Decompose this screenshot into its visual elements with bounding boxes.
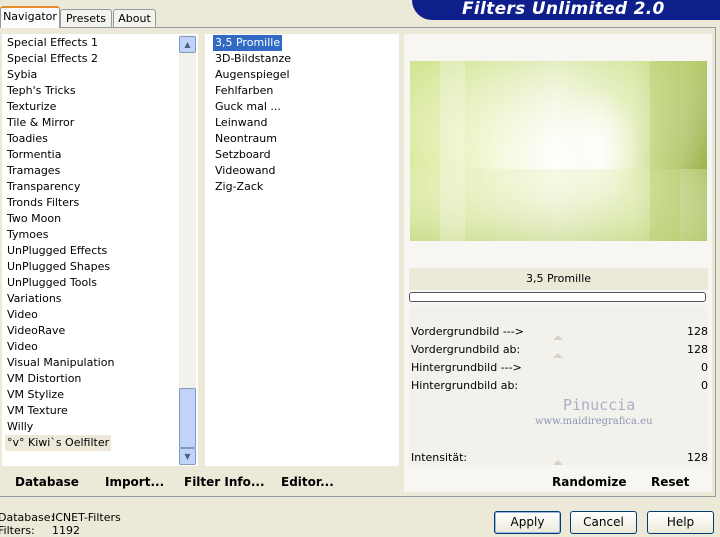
filter-item[interactable]: Fehlfarben	[213, 83, 273, 99]
category-item[interactable]: VM Stylize	[5, 387, 66, 403]
watermark-url: www.maidiregrafica.eu	[535, 416, 653, 427]
param-value: 128	[687, 325, 708, 338]
category-item[interactable]: Transparency	[5, 179, 82, 195]
category-item[interactable]: Two Moon	[5, 211, 63, 227]
banner-title: Filters Unlimited 2.0	[462, 0, 665, 19]
param-hintergrundbild-1[interactable]: Hintergrundbild ---> 0	[409, 359, 708, 376]
category-item[interactable]: Toadies	[5, 131, 50, 147]
category-item[interactable]: Willy	[5, 419, 35, 435]
param-label: Hintergrundbild ab:	[411, 379, 519, 392]
filter-item[interactable]: 3D-Bildstanze	[213, 51, 291, 67]
reset-button[interactable]: Reset	[651, 475, 689, 489]
category-item[interactable]: Video	[5, 339, 40, 355]
filter-item[interactable]: Setzboard	[213, 147, 271, 163]
param-value: 0	[701, 379, 708, 392]
filter-item[interactable]: Videowand	[213, 163, 276, 179]
param-hintergrundbild-2[interactable]: Hintergrundbild ab: 0	[409, 377, 708, 394]
preview-image	[410, 61, 707, 241]
category-item[interactable]: Sybia	[5, 67, 39, 83]
randomize-button[interactable]: Randomize	[552, 475, 626, 489]
apply-button[interactable]: Apply	[494, 511, 561, 534]
editor-button[interactable]: Editor...	[281, 475, 334, 489]
category-item[interactable]: VM Distortion	[5, 371, 83, 387]
category-item[interactable]: UnPlugged Tools	[5, 275, 99, 291]
category-item[interactable]: Teph's Tricks	[5, 83, 78, 99]
progress-bar	[409, 292, 706, 302]
category-item[interactable]: Tymoes	[5, 227, 50, 243]
intensity-value: 128	[687, 451, 708, 464]
param-label: Hintergrundbild --->	[411, 361, 522, 374]
category-item[interactable]: Video	[5, 307, 40, 323]
filter-name: 3,5 Promille	[525, 272, 592, 285]
cancel-button[interactable]: Cancel	[570, 511, 637, 534]
param-label: Vordergrundbild ab:	[411, 343, 521, 356]
category-item[interactable]: Tormentia	[5, 147, 63, 163]
filter-item[interactable]: Neontraum	[213, 131, 277, 147]
tab-navigator[interactable]: Navigator	[0, 6, 60, 28]
filter-item[interactable]: Guck mal ...	[213, 99, 281, 115]
category-item[interactable]: VideoRave	[5, 323, 67, 339]
tab-presets[interactable]: Presets	[60, 9, 112, 27]
filter-item[interactable]: Zig-Zack	[213, 179, 263, 195]
category-item[interactable]: Variations	[5, 291, 64, 307]
category-scrollbar[interactable]: ▲ ▼	[179, 35, 196, 465]
watermark-name: Pinuccia	[563, 396, 636, 414]
category-item[interactable]: Tronds Filters	[5, 195, 81, 211]
category-item[interactable]: UnPlugged Effects	[5, 243, 109, 259]
tab-about[interactable]: About	[113, 9, 156, 27]
scroll-thumb[interactable]	[179, 388, 196, 448]
status-filters-value: 1192	[52, 524, 80, 537]
scroll-up-button[interactable]: ▲	[179, 36, 196, 53]
filter-info-button[interactable]: Filter Info...	[184, 475, 265, 489]
filter-item[interactable]: 3,5 Promille	[213, 35, 283, 51]
status-database-label: Database:	[0, 511, 55, 524]
slider-marker	[553, 335, 563, 340]
help-button[interactable]: Help	[647, 511, 714, 534]
param-value: 128	[687, 343, 708, 356]
param-intensity[interactable]: Intensität: 128	[409, 449, 708, 466]
import-button[interactable]: Import...	[105, 475, 164, 489]
intensity-label: Intensität:	[411, 451, 468, 464]
param-label: Vordergrundbild --->	[411, 325, 524, 338]
category-item[interactable]: Tile & Mirror	[5, 115, 76, 131]
status-filters-label: Filters:	[0, 524, 35, 537]
category-item[interactable]: Tramages	[5, 163, 62, 179]
category-item[interactable]: Visual Manipulation	[5, 355, 116, 371]
category-item[interactable]: Texturize	[5, 99, 58, 115]
filter-item[interactable]: Augenspiegel	[213, 67, 290, 83]
database-button[interactable]: Database	[15, 475, 79, 489]
filter-item[interactable]: Leinwand	[213, 115, 267, 131]
category-item[interactable]: Special Effects 2	[5, 51, 100, 67]
slider-marker	[553, 353, 563, 358]
status-database-value: ICNET-Filters	[52, 511, 121, 524]
category-item[interactable]: Special Effects 1	[5, 35, 100, 51]
category-item[interactable]: °v° Kiwi`s Oelfilter	[5, 435, 112, 451]
category-item[interactable]: UnPlugged Shapes	[5, 259, 112, 275]
scroll-down-button[interactable]: ▼	[179, 448, 196, 465]
param-value: 0	[701, 361, 708, 374]
category-item[interactable]: VM Texture	[5, 403, 70, 419]
